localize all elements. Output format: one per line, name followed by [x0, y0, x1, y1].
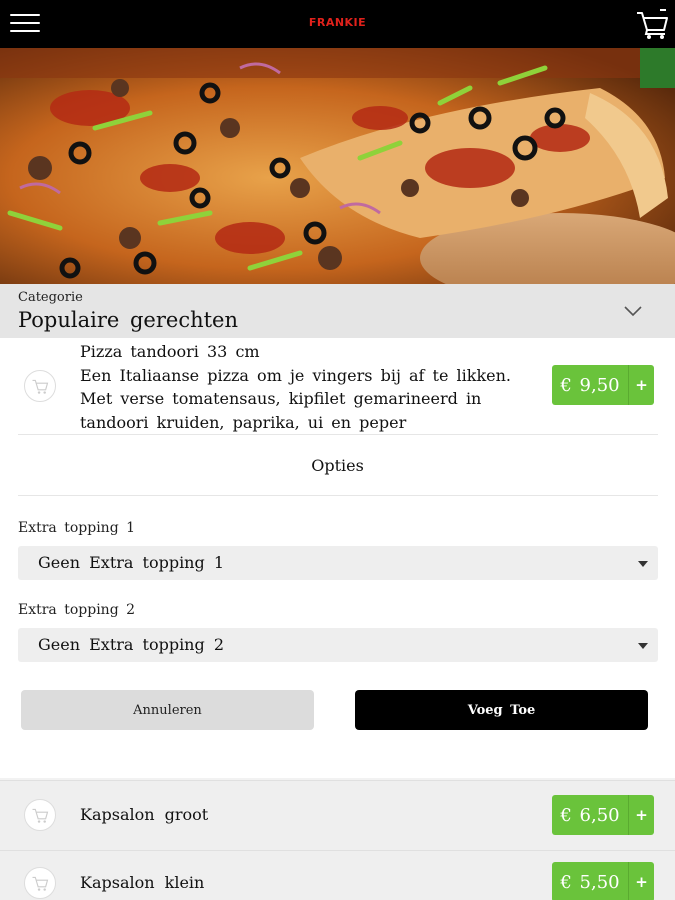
top-bar: FRANKIE: [0, 0, 675, 48]
add-to-cart-icon[interactable]: [24, 799, 56, 831]
plus-icon: +: [628, 795, 654, 835]
extra-topping-1-value: Geen Extra topping 1: [38, 553, 224, 572]
price-add-button[interactable]: € 9,50 +: [552, 365, 654, 405]
caret-down-icon: [638, 643, 648, 649]
pizza-photo: [0, 48, 675, 284]
add-to-cart-icon[interactable]: [24, 370, 56, 402]
product-name: Kapsalon klein: [80, 873, 205, 892]
add-to-order-button[interactable]: Voeg Toe: [355, 690, 648, 730]
price-label: € 5,50: [560, 871, 620, 893]
category-selector[interactable]: Categorie Populaire gerechten: [0, 284, 675, 338]
extra-topping-2-label: Extra topping 2: [18, 602, 136, 618]
price-add-button[interactable]: € 6,50 +: [552, 795, 654, 835]
plus-icon: +: [628, 365, 654, 405]
add-to-cart-icon[interactable]: [24, 867, 56, 899]
product-description-line: tandoori kruiden, paprika, ui en peper: [80, 412, 407, 432]
product-description-line: Met verse tomatensaus, kipfilet gemarine…: [80, 389, 482, 408]
extra-topping-2-value: Geen Extra topping 2: [38, 635, 224, 654]
divider: [18, 495, 658, 496]
list-item[interactable]: Kapsalon groot € 6,50 +: [0, 780, 675, 850]
category-label: Categorie: [18, 290, 83, 305]
caret-down-icon: [638, 561, 648, 567]
product-description-line: Een Italiaanse pizza om je vingers bij a…: [80, 365, 511, 385]
brand-title: FRANKIE: [308, 16, 367, 29]
category-value: Populaire gerechten: [18, 308, 238, 332]
cancel-button[interactable]: Annuleren: [21, 690, 314, 730]
product-options-panel: Pizza tandoori 33 cm Een Italiaanse pizz…: [0, 338, 675, 778]
chevron-down-icon[interactable]: [623, 304, 643, 318]
product-details: Pizza tandoori 33 cm Een Italiaanse pizz…: [80, 340, 540, 434]
price-label: € 9,50: [560, 374, 620, 396]
price-add-button[interactable]: € 5,50 +: [552, 862, 654, 900]
product-name: Kapsalon groot: [80, 805, 209, 824]
shopping-cart-icon[interactable]: [635, 6, 671, 42]
plus-icon: +: [628, 862, 654, 900]
extra-topping-1-select[interactable]: Geen Extra topping 1: [18, 546, 658, 580]
list-item[interactable]: Kapsalon klein € 5,50 +: [0, 850, 675, 900]
product-name: Pizza tandoori 33 cm: [80, 342, 260, 361]
price-label: € 6,50: [560, 804, 620, 826]
extra-topping-1-label: Extra topping 1: [18, 520, 136, 536]
divider: [18, 434, 658, 435]
extra-topping-2-select[interactable]: Geen Extra topping 2: [18, 628, 658, 662]
options-title: Opties: [311, 456, 364, 475]
